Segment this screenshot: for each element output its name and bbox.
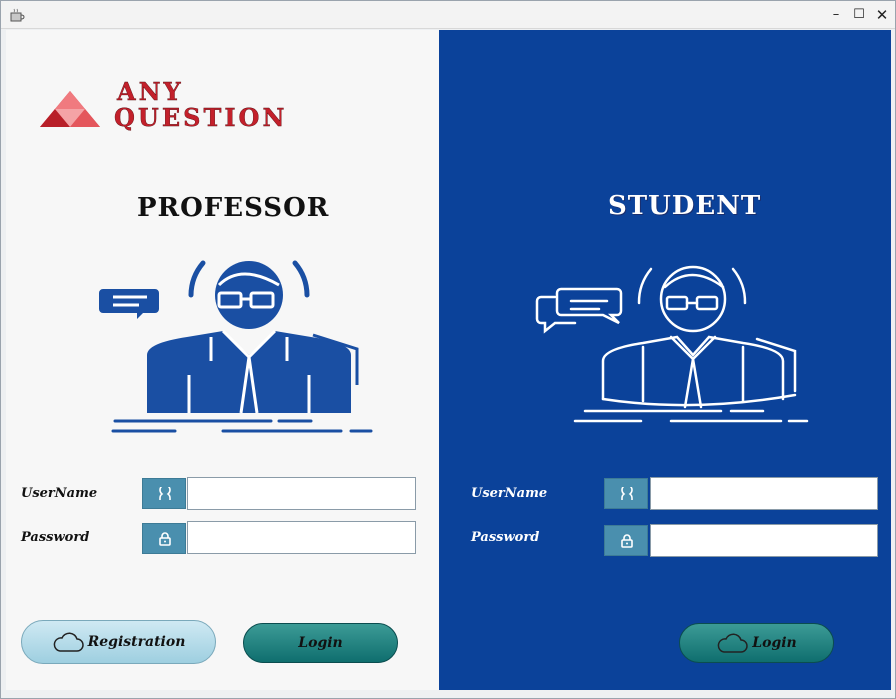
professor-avatar-illustration xyxy=(99,260,373,433)
student-username-input[interactable] xyxy=(650,477,878,510)
student-avatar-illustration xyxy=(535,265,809,423)
student-login-label: Login xyxy=(752,635,797,651)
maximize-button[interactable]: ☐ xyxy=(850,6,868,24)
close-button[interactable]: ✕ xyxy=(873,6,891,24)
student-lock-icon-box xyxy=(604,525,648,556)
registration-button-label: Registration xyxy=(87,634,186,650)
cloud-icon xyxy=(718,633,749,653)
red-triangle-logo xyxy=(40,91,100,127)
title-bar: – ☐ ✕ xyxy=(1,1,895,29)
professor-lock-icon-box xyxy=(142,523,186,554)
user-icon xyxy=(621,487,633,500)
registration-button[interactable]: Registration xyxy=(21,620,216,664)
student-title: STUDENT xyxy=(608,191,762,221)
cloud-icon xyxy=(53,632,84,652)
professor-username-input[interactable] xyxy=(187,477,416,510)
professor-username-label: UserName xyxy=(21,486,98,501)
professor-user-icon-box xyxy=(142,478,186,509)
lock-icon xyxy=(159,532,171,546)
app-window: – ☐ ✕ ANY QUESTION PROFESSOR STUDENT Use… xyxy=(0,0,896,699)
professor-login-button[interactable]: Login xyxy=(243,623,398,663)
professor-login-label: Login xyxy=(298,635,343,651)
brand-name-line2: QUESTION xyxy=(114,103,288,132)
app-icon xyxy=(10,8,25,22)
student-user-icon-box xyxy=(604,478,648,509)
student-username-label: UserName xyxy=(471,486,548,501)
professor-password-input[interactable] xyxy=(187,521,416,554)
lock-icon xyxy=(621,534,633,548)
professor-title: PROFESSOR xyxy=(137,193,330,223)
minimize-button[interactable]: – xyxy=(827,6,845,24)
user-icon xyxy=(159,487,171,500)
student-password-input[interactable] xyxy=(650,524,878,557)
brand-name-line1: ANY xyxy=(117,77,184,106)
professor-password-label: Password xyxy=(21,530,90,545)
student-password-label: Password xyxy=(471,530,540,545)
student-login-button[interactable]: Login xyxy=(679,623,834,663)
